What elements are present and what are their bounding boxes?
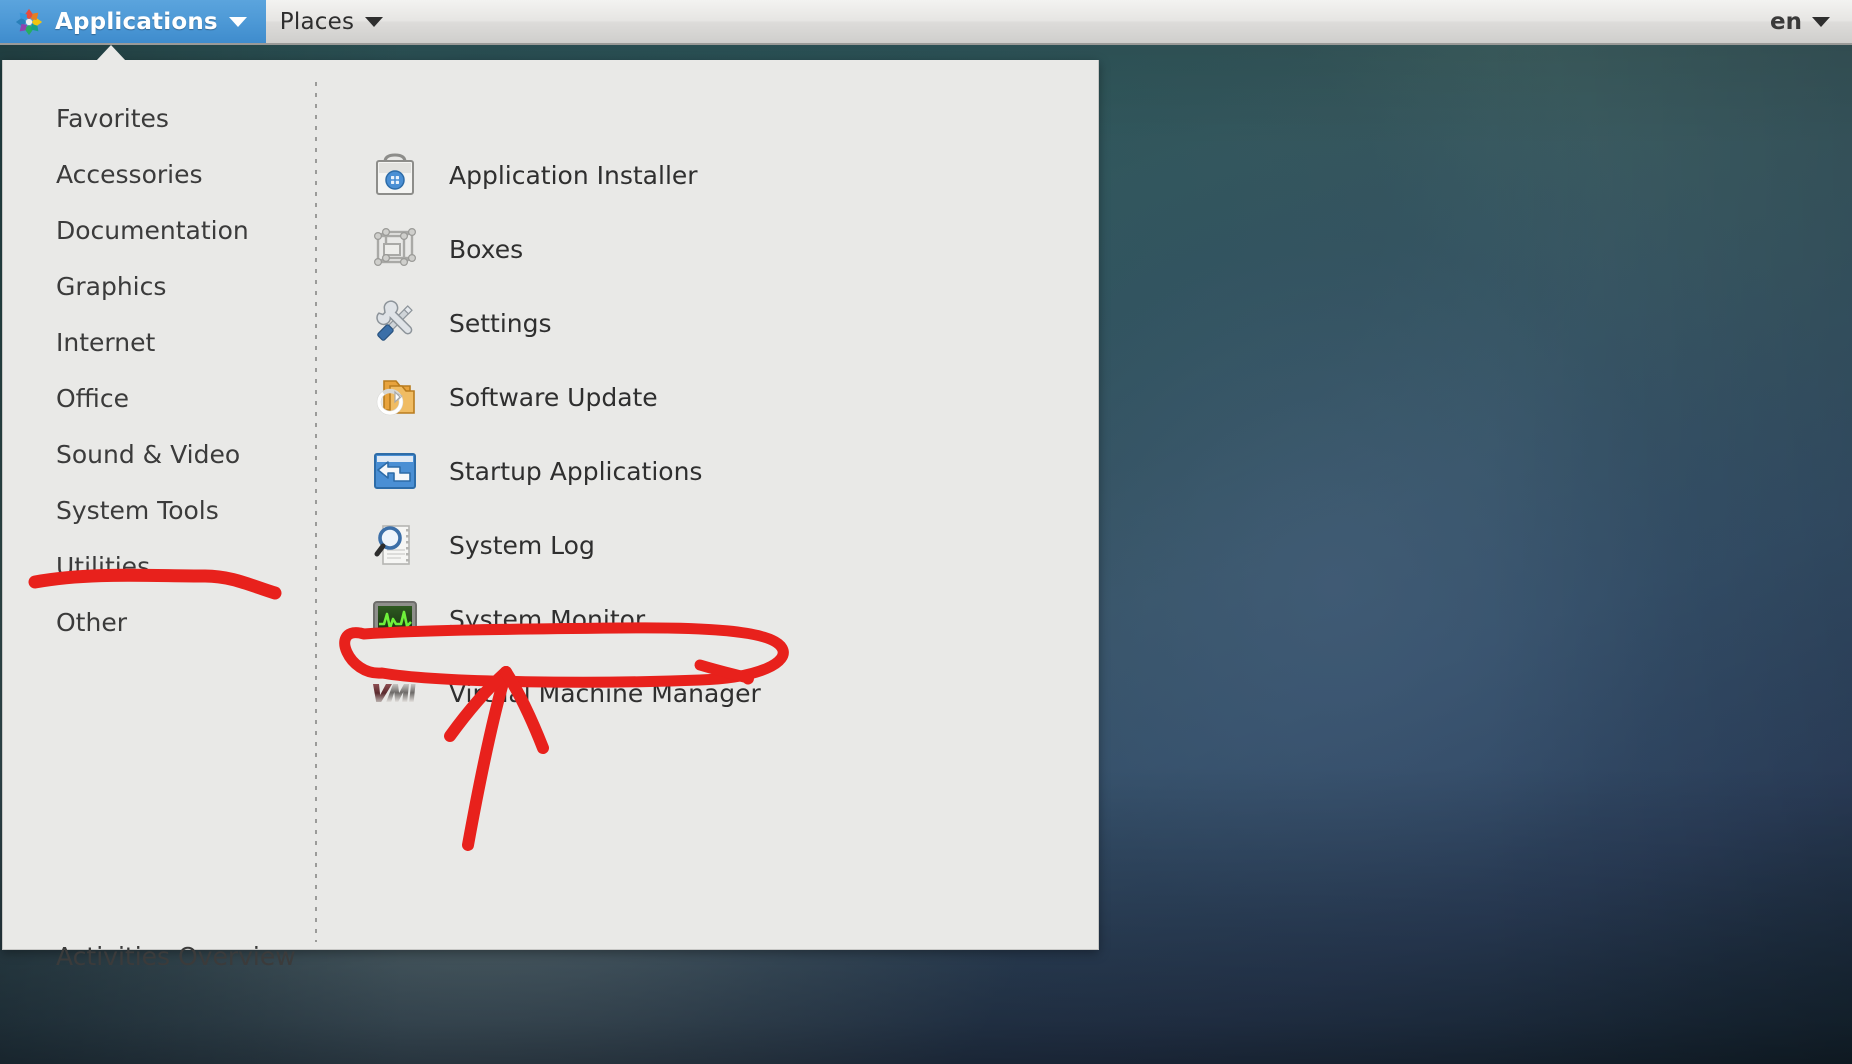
category-label: Sound & Video xyxy=(56,439,241,469)
category-item-sound-video[interactable]: Sound & Video xyxy=(3,426,315,482)
app-item-boxes[interactable]: Boxes xyxy=(343,212,1083,286)
category-label: Favorites xyxy=(56,103,169,133)
app-label: Application Installer xyxy=(449,160,698,190)
activities-overview-label: Activities Overview xyxy=(56,941,296,971)
vmm-logo-icon xyxy=(368,666,422,720)
application-list: Application Installer Boxes Settings Sof… xyxy=(343,138,1083,730)
language-indicator-button[interactable]: en xyxy=(1748,0,1852,43)
startup-window-icon xyxy=(368,444,422,498)
app-label: Startup Applications xyxy=(449,456,703,486)
applications-menu-label: Applications xyxy=(55,8,218,35)
magnifier-document-icon xyxy=(368,518,422,572)
software-update-icon xyxy=(368,370,422,424)
chevron-down-icon xyxy=(228,16,247,27)
category-item-office[interactable]: Office xyxy=(3,370,315,426)
category-list: Favorites Accessories Documentation Grap… xyxy=(3,60,315,949)
app-item-virtual-machine-manager[interactable]: Virtual Machine Manager xyxy=(343,656,1083,730)
category-item-accessories[interactable]: Accessories xyxy=(3,146,315,202)
app-label: Software Update xyxy=(449,382,658,412)
category-item-utilities[interactable]: Utilities xyxy=(3,538,315,594)
category-label: Graphics xyxy=(56,271,167,301)
app-item-settings[interactable]: Settings xyxy=(343,286,1083,360)
app-label: Settings xyxy=(449,308,552,338)
category-item-graphics[interactable]: Graphics xyxy=(3,258,315,314)
category-label: Office xyxy=(56,383,129,413)
category-item-system-tools[interactable]: System Tools xyxy=(3,482,315,538)
category-label: Documentation xyxy=(56,215,249,245)
chevron-down-icon xyxy=(1812,16,1830,27)
language-label: en xyxy=(1770,8,1802,35)
category-item-favorites[interactable]: Favorites xyxy=(3,90,315,146)
top-panel: Applications Places en xyxy=(0,0,1852,45)
fedora-pinwheel-icon xyxy=(14,7,44,37)
app-item-system-monitor[interactable]: System Monitor xyxy=(343,582,1083,656)
category-label: Accessories xyxy=(56,159,203,189)
category-label: Internet xyxy=(56,327,156,357)
category-item-other[interactable]: Other xyxy=(3,594,315,650)
wireframe-box-icon xyxy=(368,222,422,276)
menu-column-divider xyxy=(315,82,317,942)
menu-pointer-triangle xyxy=(96,45,126,61)
panel-spacer xyxy=(402,0,1748,43)
applications-menu-panel: Favorites Accessories Documentation Grap… xyxy=(2,60,1099,971)
wrench-screwdriver-icon xyxy=(368,296,422,350)
app-label: System Monitor xyxy=(449,604,646,634)
category-label: Utilities xyxy=(56,551,151,581)
applications-menu-button[interactable]: Applications xyxy=(0,0,266,43)
category-item-documentation[interactable]: Documentation xyxy=(3,202,315,258)
package-bag-icon xyxy=(368,148,422,202)
monitor-graph-icon xyxy=(368,592,422,646)
app-item-system-log[interactable]: System Log xyxy=(343,508,1083,582)
category-label: System Tools xyxy=(56,495,219,525)
app-item-software-update[interactable]: Software Update xyxy=(343,360,1083,434)
app-label: Boxes xyxy=(449,234,524,264)
app-label: Virtual Machine Manager xyxy=(449,678,761,708)
app-item-startup-applications[interactable]: Startup Applications xyxy=(343,434,1083,508)
chevron-down-icon xyxy=(365,16,384,27)
category-item-internet[interactable]: Internet xyxy=(3,314,315,370)
places-menu-label: Places xyxy=(279,8,355,35)
app-item-application-installer[interactable]: Application Installer xyxy=(343,138,1083,212)
places-menu-button[interactable]: Places xyxy=(266,0,402,43)
app-label: System Log xyxy=(449,530,595,560)
category-label: Other xyxy=(56,607,127,637)
activities-overview-item[interactable]: Activities Overview xyxy=(3,928,296,984)
